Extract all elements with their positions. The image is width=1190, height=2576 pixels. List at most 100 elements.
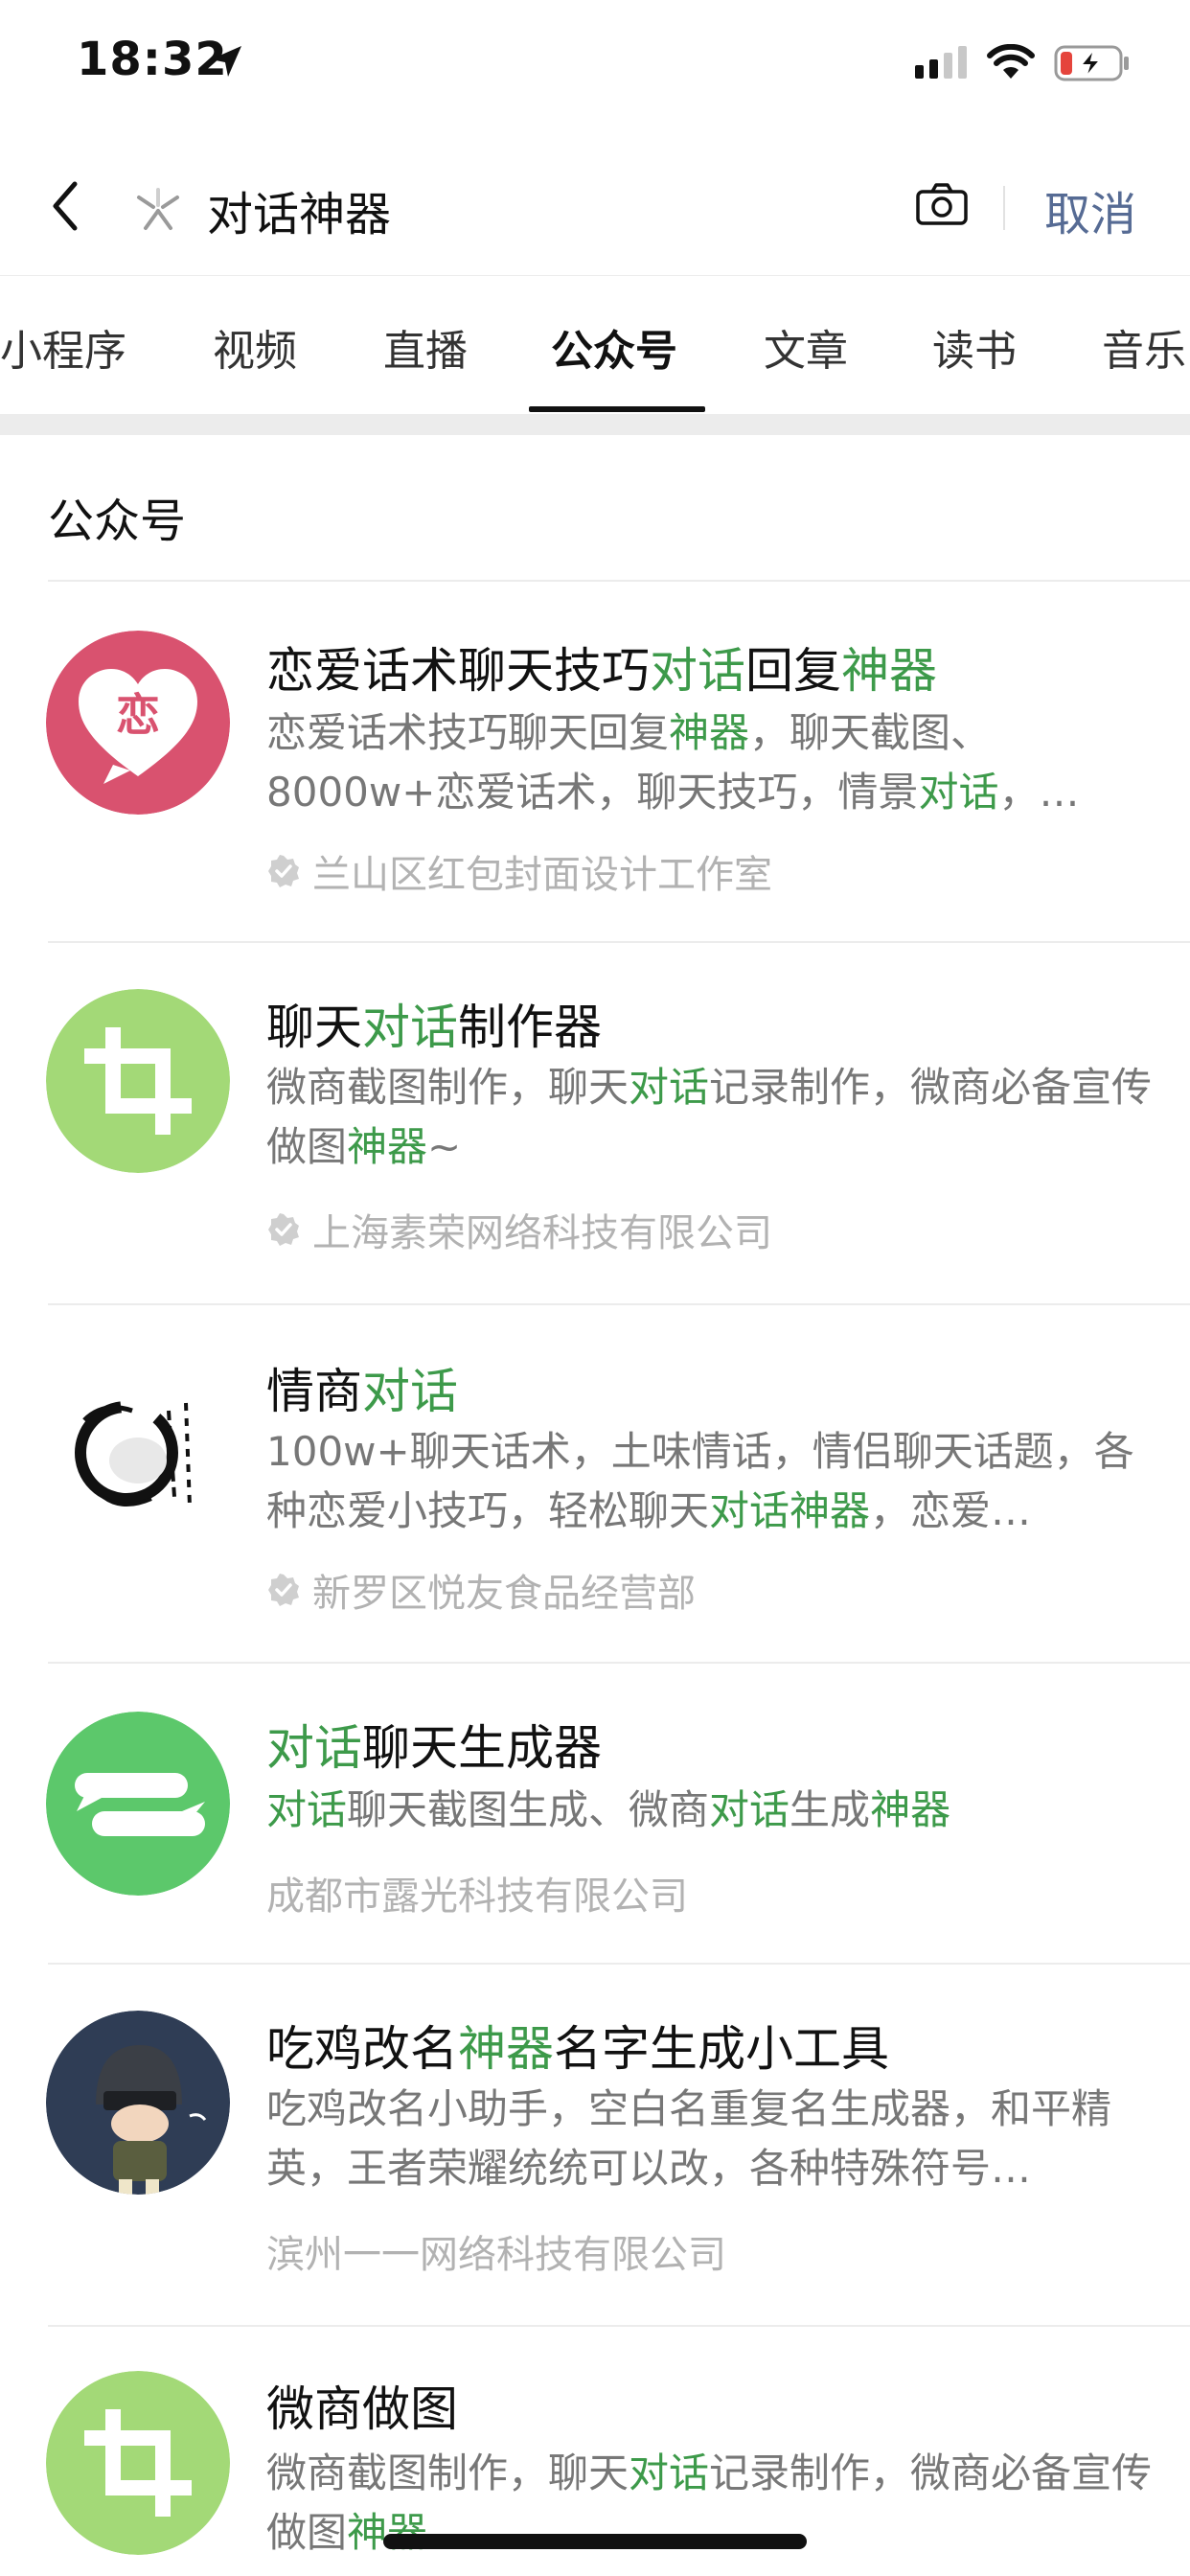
status-bar: 18:32 (0, 0, 1190, 134)
chat-bubbles-icon (46, 1712, 230, 1896)
search-category-tabs: 小程序 视频 直播 公众号 文章 读书 音乐 (0, 276, 1190, 414)
result-item[interactable]: 情商对话 100w+聊天话术，土味情话，情侣聊天话题，各种恋爱小技巧，轻松聊天对… (0, 1303, 1190, 1664)
home-indicator[interactable] (383, 2534, 807, 2549)
result-title: 恋爱话术聊天技巧对话回复神器 (266, 632, 937, 702)
tab-videos[interactable]: 视频 (213, 316, 297, 378)
location-arrow-icon (211, 46, 241, 77)
highlighted-keyword: 对话 (266, 1720, 362, 1776)
text-segment: ，恋爱… (870, 1487, 1032, 1534)
tab-books[interactable]: 读书 (932, 316, 1017, 378)
search-input[interactable]: 对话神器 (207, 176, 391, 243)
highlighted-keyword: 对话 (362, 1364, 458, 1419)
verified-badge-icon (268, 1213, 299, 1246)
result-source: 兰山区红包封面设计工作室 (266, 843, 772, 899)
tab-official-accounts[interactable]: 公众号 (551, 316, 677, 378)
section-separator (0, 414, 1190, 435)
highlighted-keyword: 对话 (709, 1786, 790, 1833)
highlighted-keyword: 神器 (870, 1786, 951, 1833)
result-title: 情商对话 (266, 1353, 458, 1422)
text-segment: ~ (427, 1123, 462, 1170)
result-item[interactable]: 恋 恋爱话术聊天技巧对话回复神器 恋爱话术技巧聊天回复神器，聊天截图、8000w… (0, 583, 1190, 943)
wifi-icon (987, 44, 1035, 79)
tab-articles[interactable]: 文章 (764, 316, 848, 378)
battery-charging-icon (1054, 45, 1129, 81)
result-title: 对话聊天生成器 (266, 1710, 602, 1779)
ink-circle-logo-icon (46, 1353, 230, 1537)
highlighted-keyword: 对话 (362, 1000, 458, 1055)
highlighted-keyword: 对话 (918, 769, 999, 816)
crop-icon (46, 989, 230, 1173)
text-segment: ，… (998, 769, 1080, 816)
account-avatar (46, 2371, 230, 2555)
text-segment: 聊天截图生成、微商 (347, 1786, 710, 1833)
cartoon-soldier-icon (46, 2011, 230, 2195)
highlighted-keyword: 对话 (629, 1064, 710, 1111)
highlighted-keyword: 神器 (841, 643, 937, 699)
text-segment: 生成 (790, 1786, 871, 1833)
highlighted-keyword: 神器 (347, 1123, 428, 1170)
result-source: 新罗区悦友食品经营部 (266, 1562, 696, 1618)
highlighted-keyword: 对话 (650, 643, 745, 699)
highlighted-keyword: 神器 (669, 709, 750, 756)
source-name: 滨州一一网络科技有限公司 (266, 2233, 726, 2277)
love-heart-icon: 恋 (46, 631, 230, 815)
cancel-button[interactable]: 取消 (1044, 176, 1136, 243)
text-segment: 聊天 (266, 1000, 362, 1055)
text-segment: 情商 (266, 1364, 362, 1419)
result-title: 吃鸡改名神器名字生成小工具 (266, 2011, 889, 2080)
account-avatar (46, 2011, 230, 2195)
account-avatar: 恋 (46, 631, 230, 815)
result-item[interactable]: 对话聊天生成器 对话聊天截图生成、微商对话生成神器 成都市露光科技有限公司 (0, 1664, 1190, 1965)
result-source: 滨州一一网络科技有限公司 (266, 2223, 726, 2279)
result-description: 100w+聊天话术，土味情话，情侣聊天话题，各种恋爱小技巧，轻松聊天对话神器，恋… (266, 1422, 1157, 1541)
section-title: 公众号 (48, 494, 187, 548)
text-segment: 微商做图 (266, 2381, 458, 2437)
text-segment: 恋爱话术技巧聊天回复 (266, 709, 670, 756)
text-segment: 聊天生成器 (362, 1720, 602, 1776)
crop-icon (46, 2371, 230, 2555)
text-segment: 恋爱话术聊天技巧 (266, 643, 650, 699)
status-time: 18:32 (77, 33, 228, 86)
active-tab-indicator (529, 406, 705, 412)
search-logo-icon (137, 188, 179, 230)
result-source: 成都市露光科技有限公司 (266, 1865, 688, 1920)
source-name: 上海素荣网络科技有限公司 (312, 1211, 772, 1255)
highlighted-keyword: 对话神器 (709, 1487, 871, 1534)
result-description: 对话聊天截图生成、微商对话生成神器 (266, 1781, 1157, 1840)
text-segment: 制作器 (458, 1000, 602, 1055)
result-description: 吃鸡改名小助手，空白名重复名生成器，和平精英，王者荣耀统统可以改，各种特殊符号… (266, 2080, 1157, 2198)
result-item[interactable]: 聊天对话制作器 微商截图制作，聊天对话记录制作，微商必备宣传做图神器~ 上海素荣… (0, 943, 1190, 1305)
header-divider (1003, 186, 1005, 230)
tab-mini-programs[interactable]: 小程序 (0, 316, 126, 378)
cellular-signal-icon (915, 46, 967, 79)
source-name: 成都市露光科技有限公司 (266, 1874, 688, 1919)
highlighted-keyword: 对话 (629, 2450, 710, 2496)
result-description: 微商截图制作，聊天对话记录制作，微商必备宣传做图神器~ (266, 1058, 1157, 1177)
text-segment: 吃鸡改名小助手，空白名重复名生成器，和平精英，王者荣耀统统可以改，各种特殊符号… (266, 2085, 1112, 2192)
text-segment: 微商截图制作，聊天 (266, 2450, 629, 2496)
result-title: 微商做图 (266, 2371, 458, 2440)
highlighted-keyword: 神器 (458, 2021, 554, 2077)
source-name: 兰山区红包封面设计工作室 (312, 853, 772, 897)
text-segment: 名字生成小工具 (554, 2021, 889, 2077)
tab-music[interactable]: 音乐 (1102, 316, 1186, 378)
highlighted-keyword: 对话 (266, 1786, 348, 1833)
account-avatar (46, 1353, 230, 1537)
verified-badge-icon (268, 1574, 299, 1606)
back-chevron-icon[interactable] (42, 172, 90, 240)
result-title: 聊天对话制作器 (266, 989, 602, 1058)
text-segment: 回复 (745, 643, 841, 699)
search-header: 对话神器 取消 (0, 134, 1190, 276)
divider (48, 580, 1190, 582)
text-segment: 微商截图制作，聊天 (266, 1064, 629, 1111)
camera-icon[interactable] (915, 182, 969, 226)
avatar-text: 恋 (116, 689, 160, 741)
verified-badge-icon (268, 855, 299, 887)
result-item[interactable]: 吃鸡改名神器名字生成小工具 吃鸡改名小助手，空白名重复名生成器，和平精英，王者荣… (0, 1965, 1190, 2327)
result-description: 恋爱话术技巧聊天回复神器，聊天截图、8000w+恋爱话术，聊天技巧，情景对话，… (266, 703, 1157, 822)
account-avatar (46, 1712, 230, 1896)
text-segment: 吃鸡改名 (266, 2021, 458, 2077)
tab-live[interactable]: 直播 (383, 316, 468, 378)
result-source: 上海素荣网络科技有限公司 (266, 1202, 772, 1257)
account-avatar (46, 989, 230, 1173)
